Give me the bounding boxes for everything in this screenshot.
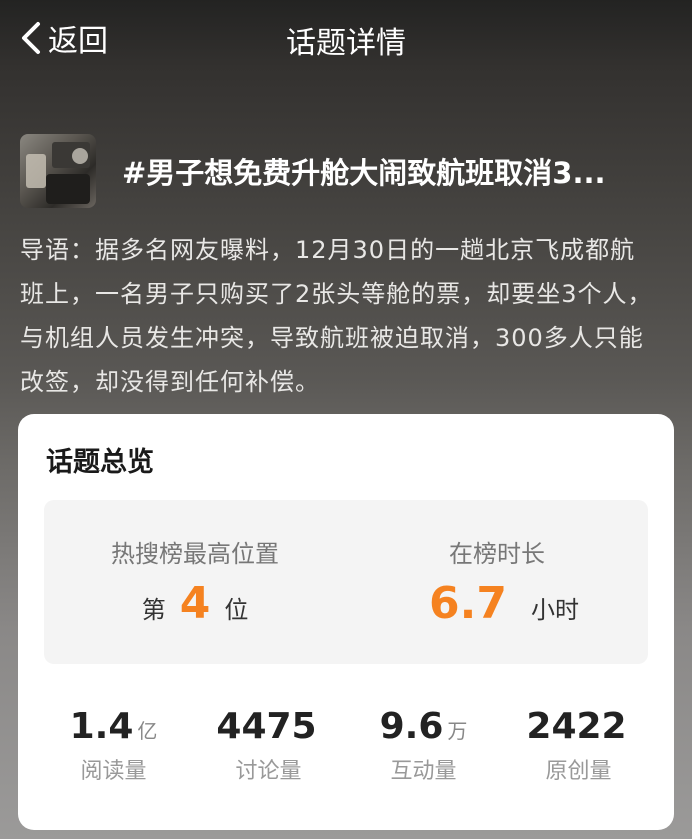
stat-label: 互动量 [390,759,457,784]
stat-value: 4475 [216,706,317,747]
stat-unit: 亿 [137,719,158,743]
stat-label: 阅读量 [80,759,147,784]
rank-block: 热搜榜最高位置 第 4 位 [44,500,346,664]
overview-panel: 热搜榜最高位置 第 4 位 在榜时长 6.7 小时 [44,500,648,664]
rank-value: 4 [179,578,211,629]
nav-bar: 返回 话题详情 [0,0,692,72]
stat-value: 9.6 [379,706,444,747]
overview-heading: 话题总览 [46,447,154,478]
stats-row: 1.4 亿 阅读量 4475 讨论量 9.6 万 互动量 2422 原创量 [36,706,656,796]
stat-unit: 万 [447,719,468,743]
rank-label: 热搜榜最高位置 [111,540,279,568]
topic-title: #男子想免费升舱大闹致航班取消3... [122,156,606,190]
topic-thumbnail[interactable] [20,134,96,208]
rank-suffix: 位 [224,596,249,624]
duration-label: 在榜时长 [449,540,545,568]
stat-value: 1.4 [69,706,134,747]
topic-header: #男子想免费升舱大闹致航班取消3... [20,134,672,208]
overview-card: 话题总览 热搜榜最高位置 第 4 位 在榜时长 6.7 小时 1.4 亿 阅读量 [18,414,674,830]
stat-read: 1.4 亿 阅读量 [36,706,191,796]
stat-label: 讨论量 [235,759,302,784]
stat-value: 2422 [526,706,627,747]
stat-interact: 9.6 万 互动量 [346,706,501,796]
duration-value: 6.7 [429,578,507,629]
duration-block: 在榜时长 6.7 小时 [346,500,648,664]
page-title: 话题详情 [286,26,406,61]
topic-intro: 导语：据多名网友曝料，12月30日的一趟北京飞成都航班上，一名男子只购买了2张头… [20,236,653,396]
rank-prefix: 第 [141,596,166,624]
stat-discuss: 4475 讨论量 [191,706,346,796]
stat-original: 2422 原创量 [501,706,656,796]
stat-label: 原创量 [545,759,612,784]
duration-unit: 小时 [530,596,579,624]
